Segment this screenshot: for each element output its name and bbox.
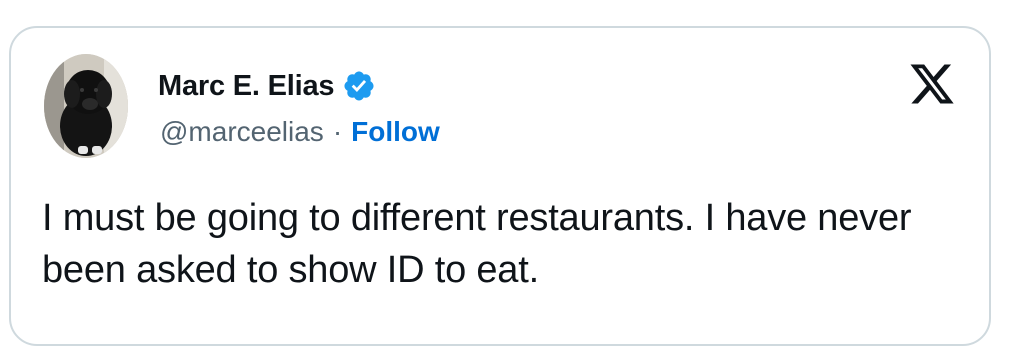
author-name[interactable]: Marc E. Elias <box>158 70 335 103</box>
tweet-card[interactable] <box>9 26 991 346</box>
tweet-text: I must be going to different restaurants… <box>42 197 912 291</box>
author-handle[interactable]: @marceelias <box>160 116 324 148</box>
x-logo-icon[interactable] <box>908 64 956 108</box>
avatar[interactable] <box>44 54 128 158</box>
author-meta-row: @marceelias · Follow <box>160 113 440 151</box>
follow-button[interactable]: Follow <box>351 116 440 148</box>
verified-badge-icon <box>342 69 376 103</box>
dog-photo-icon <box>44 54 128 158</box>
separator-dot: · <box>332 116 343 147</box>
author-name-row: Marc E. Elias <box>158 66 376 106</box>
